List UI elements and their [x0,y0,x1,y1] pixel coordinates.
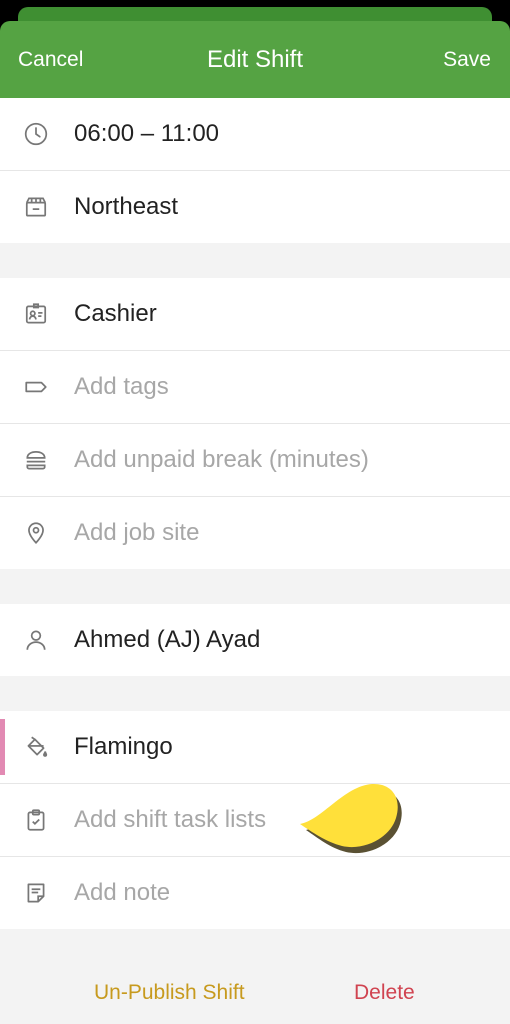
color-value: Flamingo [74,733,173,760]
employee-value: Ahmed (AJ) Ayad [74,626,261,653]
location-value: Northeast [74,193,179,220]
shift-form: 06:00 – 11:00 Northeast Cashier Add tags… [0,98,510,1024]
break-placeholder: Add unpaid break (minutes) [74,446,369,473]
note-placeholder: Add note [74,879,171,906]
page-title: Edit Shift [206,46,304,73]
tags-row[interactable]: Add tags [0,351,510,424]
building-icon [22,193,50,221]
unpublish-shift-button[interactable]: Un-Publish Shift [94,958,245,1024]
break-row[interactable]: Add unpaid break (minutes) [0,424,510,497]
job-site-placeholder: Add job site [74,519,200,546]
job-site-row[interactable]: Add job site [0,497,510,569]
paint-bucket-icon [22,733,50,761]
employee-group: Ahmed (AJ) Ayad [0,604,510,676]
note-icon [22,879,50,907]
extras-group: Flamingo Add shift task lists Add note [0,711,510,929]
employee-row[interactable]: Ahmed (AJ) Ayad [0,604,510,676]
person-icon [22,626,50,654]
map-pin-icon [22,519,50,547]
time-value: 06:00 – 11:00 [74,120,220,147]
delete-button[interactable]: Delete [354,958,415,1024]
tags-placeholder: Add tags [74,373,169,400]
color-row[interactable]: Flamingo [0,711,510,784]
burger-icon [22,446,50,474]
note-row[interactable]: Add note [0,857,510,929]
location-row[interactable]: Northeast [0,171,510,243]
color-swatch [0,719,5,775]
header-bar: Cancel Edit Shift Save [0,21,510,98]
save-button[interactable]: Save [443,21,491,98]
task-lists-row[interactable]: Add shift task lists [0,784,510,857]
time-row[interactable]: 06:00 – 11:00 [0,98,510,171]
position-group: Cashier Add tags Add unpaid break (minut… [0,278,510,569]
time-location-group: 06:00 – 11:00 Northeast [0,98,510,243]
task-lists-placeholder: Add shift task lists [74,806,267,833]
footer-actions: Un-Publish Shift Delete [0,958,510,1024]
clipboard-check-icon [22,806,50,834]
tag-icon [22,373,50,401]
screen: Cancel Edit Shift Save 06:00 – 11:00 Nor… [0,0,510,1024]
id-badge-icon [22,300,50,328]
position-value: Cashier [74,300,157,327]
position-row[interactable]: Cashier [0,278,510,351]
clock-icon [22,120,50,148]
